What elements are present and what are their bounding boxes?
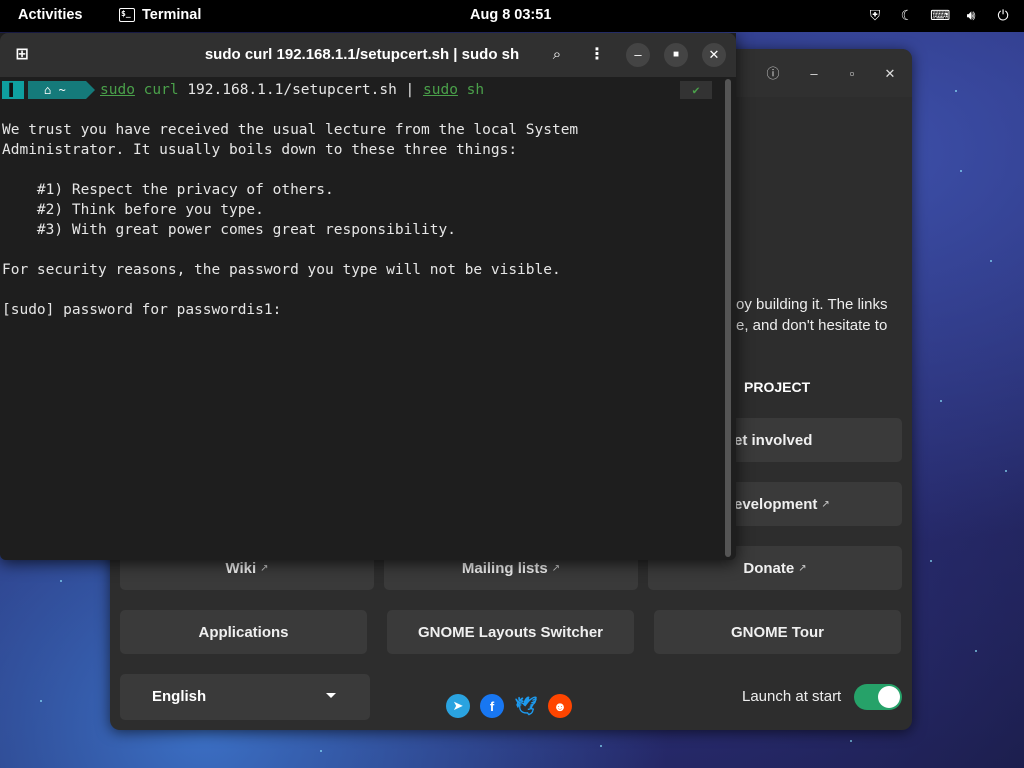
telegram-icon[interactable]: ➤ [446,694,470,718]
social-links: ➤ f 🕊︎ ☻ [446,694,572,718]
layouts-switcher-label: GNOME Layouts Switcher [417,623,604,641]
minimize-icon[interactable]: – [802,62,826,86]
terminal-header-bar: ⊞ sudo curl 192.168.1.1/setupcert.sh | s… [0,33,736,77]
external-link-icon: ↗ [551,562,561,574]
external-link-icon: ↗ [798,562,807,574]
maximize-icon[interactable]: ▫ [840,62,864,86]
command-sudo-2: sudo [423,82,458,98]
donate-label: Donate [743,559,795,577]
info-icon[interactable]: ⓘ [761,62,785,86]
wiki-label: Wiki [225,559,257,577]
development-label: evelopment [734,495,818,513]
launch-at-start-toggle[interactable] [854,684,902,710]
gnome-tour-label: GNOME Tour [730,623,825,641]
terminal-output[interactable]: We trust you have received the usual lec… [2,120,718,320]
search-icon[interactable]: ⌕ [545,43,569,67]
external-link-icon: ↗ [821,498,830,510]
welcome-intro-text-1: oy building it. The links [736,296,888,313]
app-menu-label: Terminal [142,7,202,23]
terminal-scrollbar[interactable] [725,79,731,557]
clock[interactable]: Aug 8 03:51 [470,7,551,23]
home-icon: ⌂ [44,83,59,97]
shield-icon[interactable]: ⛨ [866,5,884,25]
prompt-home-text: ~ [58,83,66,97]
terminal-title: sudo curl 192.168.1.1/setupcert.sh | sud… [204,46,520,63]
activities-button[interactable]: Activities [18,7,82,23]
top-bar: Activities $_ Terminal Aug 8 03:51 ⛨ ☾ ⌨… [0,0,1024,32]
twitter-icon[interactable]: 🕊︎ [514,694,538,718]
distro-logo-icon: ▌ [2,81,24,99]
launch-at-start-label: Launch at start [742,688,842,705]
volume-icon[interactable]: 🔊︎ [962,5,980,25]
maximize-icon[interactable]: ■ [664,43,688,67]
command-curl: curl [134,82,188,98]
minimize-icon[interactable]: – [626,43,650,67]
command-url: 192.168.1.1/setupcert.sh | [187,82,424,98]
app-menu[interactable]: $_ Terminal [119,7,201,23]
command-sudo: sudo [100,82,135,98]
applications-button[interactable]: Applications [120,610,367,654]
layouts-switcher-button[interactable]: GNOME Layouts Switcher [387,610,634,654]
gnome-tour-button[interactable]: GNOME Tour [654,610,901,654]
status-check-icon: ✔ [680,81,712,99]
terminal-app-icon: $_ [119,8,135,22]
prompt-line: ▌ ⌂ ~ sudo curl 192.168.1.1/setupcert.sh… [0,79,724,101]
command-sh: sh [457,82,485,98]
applications-label: Applications [198,623,289,641]
toggle-knob [878,686,900,708]
close-icon[interactable]: ✕ [702,43,726,67]
night-light-icon[interactable]: ☾ [898,5,916,25]
external-link-icon: ↗ [260,562,269,574]
project-heading: PROJECT [744,379,811,395]
keyboard-icon[interactable]: ⌨ [930,5,950,25]
get-involved-label: et involved [734,431,813,449]
chevron-down-icon [326,693,336,698]
language-value: English [152,688,207,705]
facebook-icon[interactable]: f [480,694,504,718]
prompt-home-segment: ⌂ ~ [28,81,95,99]
mailing-lists-label: Mailing lists [461,559,548,577]
system-tray[interactable]: ⛨ ☾ ⌨ 🔊︎ ⏻ [866,5,1012,25]
terminal-window: ⊞ sudo curl 192.168.1.1/setupcert.sh | s… [0,33,736,560]
command-text: sudo curl 192.168.1.1/setupcert.sh | sud… [100,81,484,99]
menu-icon[interactable]: ⋮ [585,43,609,67]
reddit-icon[interactable]: ☻ [548,694,572,718]
close-icon[interactable]: ✕ [878,62,902,86]
welcome-intro-text-2: e, and don't hesitate to [736,317,888,334]
power-icon[interactable]: ⏻ [994,5,1012,25]
language-dropdown[interactable]: English [120,674,370,720]
